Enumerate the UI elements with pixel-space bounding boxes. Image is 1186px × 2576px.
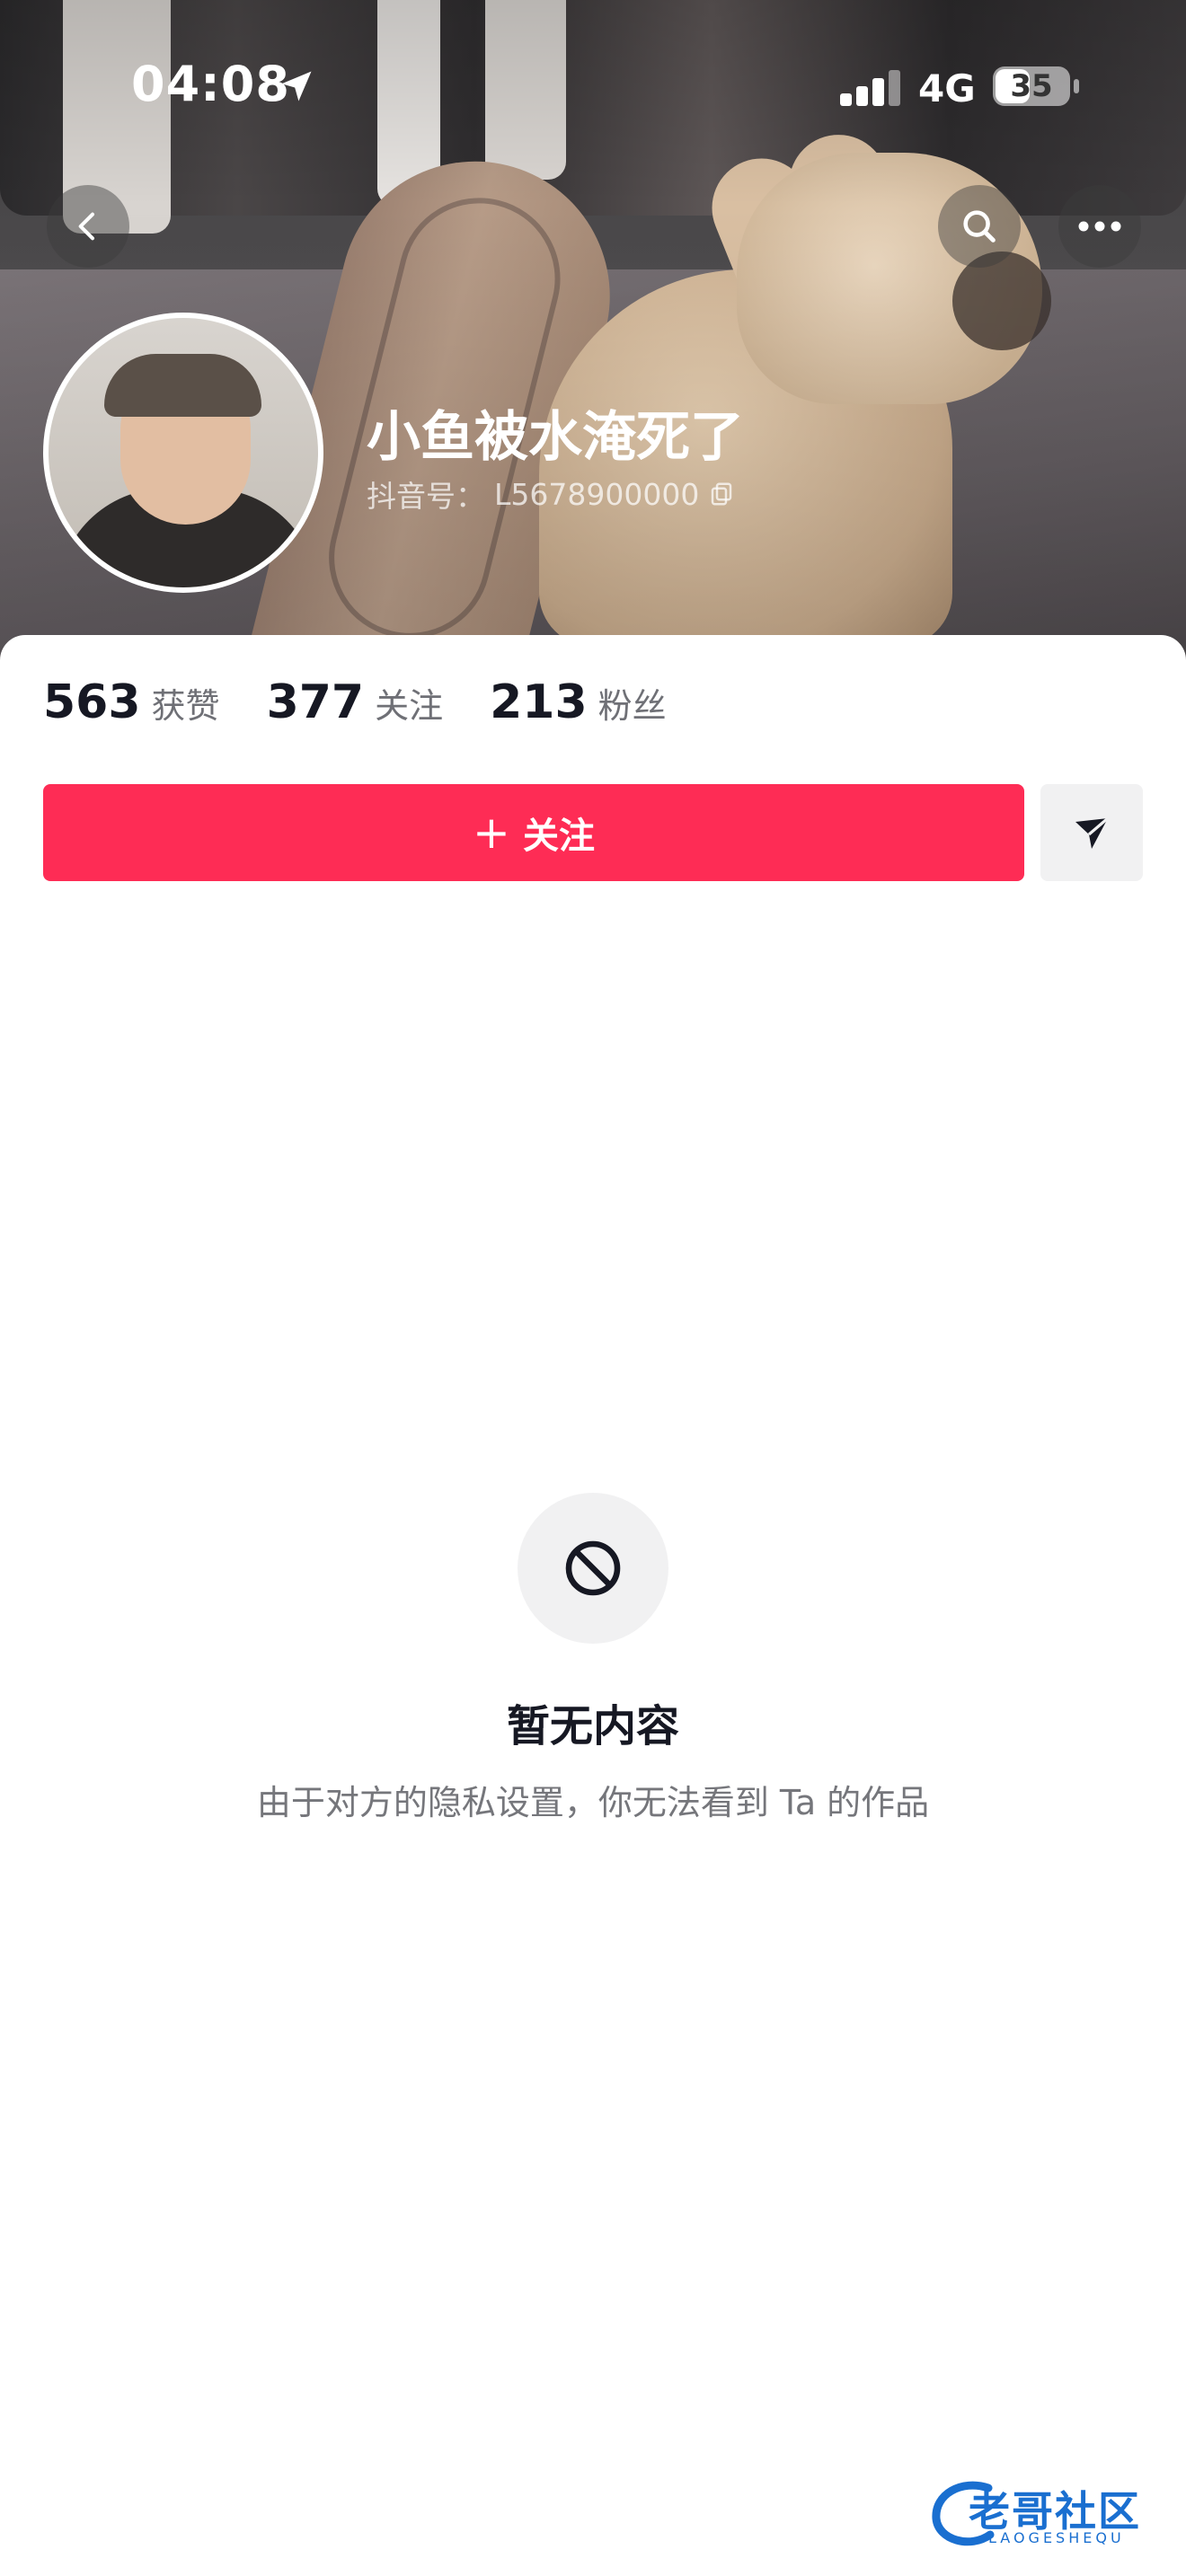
follow-button-label: 关注 bbox=[522, 816, 595, 857]
location-arrow-icon bbox=[281, 71, 312, 101]
stat-followers-value: 213 bbox=[490, 675, 588, 729]
profile-id-label: 抖音号： bbox=[367, 479, 485, 514]
status-time: 04:08 bbox=[131, 56, 290, 112]
stat-likes-value: 563 bbox=[43, 675, 141, 729]
block-icon bbox=[565, 1540, 621, 1596]
search-button[interactable] bbox=[938, 185, 1021, 268]
stat-following-value: 377 bbox=[266, 675, 365, 729]
battery-icon: 35 bbox=[993, 66, 1079, 106]
watermark-logo: 老哥社区 LAOGESHEQU bbox=[925, 2472, 1168, 2553]
avatar[interactable] bbox=[43, 313, 323, 593]
stat-likes[interactable]: 563 获赞 bbox=[43, 675, 220, 729]
network-type: 4G bbox=[918, 66, 976, 110]
profile-name: 小鱼被水淹死了 bbox=[367, 406, 744, 469]
empty-state-badge bbox=[518, 1493, 668, 1644]
send-icon bbox=[1075, 816, 1110, 849]
watermark-subtext: LAOGESHEQU bbox=[988, 2529, 1125, 2546]
back-button[interactable] bbox=[47, 185, 129, 268]
copy-icon[interactable] bbox=[708, 481, 735, 507]
send-message-button[interactable] bbox=[1040, 784, 1143, 881]
plus-icon: + bbox=[473, 807, 510, 859]
battery-level: 35 bbox=[1010, 68, 1053, 104]
stat-followers-label: 粉丝 bbox=[597, 686, 667, 726]
cellular-signal-icon bbox=[840, 70, 901, 106]
empty-state-title: 暂无内容 bbox=[506, 1701, 679, 1751]
more-button[interactable] bbox=[1058, 185, 1141, 268]
profile-stats: 563 获赞 377 关注 213 粉丝 bbox=[43, 675, 713, 729]
more-icon bbox=[1078, 221, 1121, 232]
empty-state-description: 由于对方的隐私设置，你无法看到 Ta 的作品 bbox=[256, 1783, 930, 1822]
profile-id-row: 抖音号： L5678900000 bbox=[367, 472, 735, 516]
stat-followers[interactable]: 213 粉丝 bbox=[490, 675, 667, 729]
chevron-left-icon bbox=[78, 212, 94, 241]
follow-button[interactable]: + 关注 bbox=[43, 784, 1024, 881]
status-bar: 04:08 4G 35 bbox=[0, 0, 1186, 171]
stat-following[interactable]: 377 关注 bbox=[267, 675, 444, 729]
stat-likes-label: 获赞 bbox=[151, 686, 220, 726]
search-icon bbox=[963, 210, 996, 243]
profile-id-value: L5678900000 bbox=[494, 476, 700, 512]
stat-following-label: 关注 bbox=[375, 686, 444, 726]
